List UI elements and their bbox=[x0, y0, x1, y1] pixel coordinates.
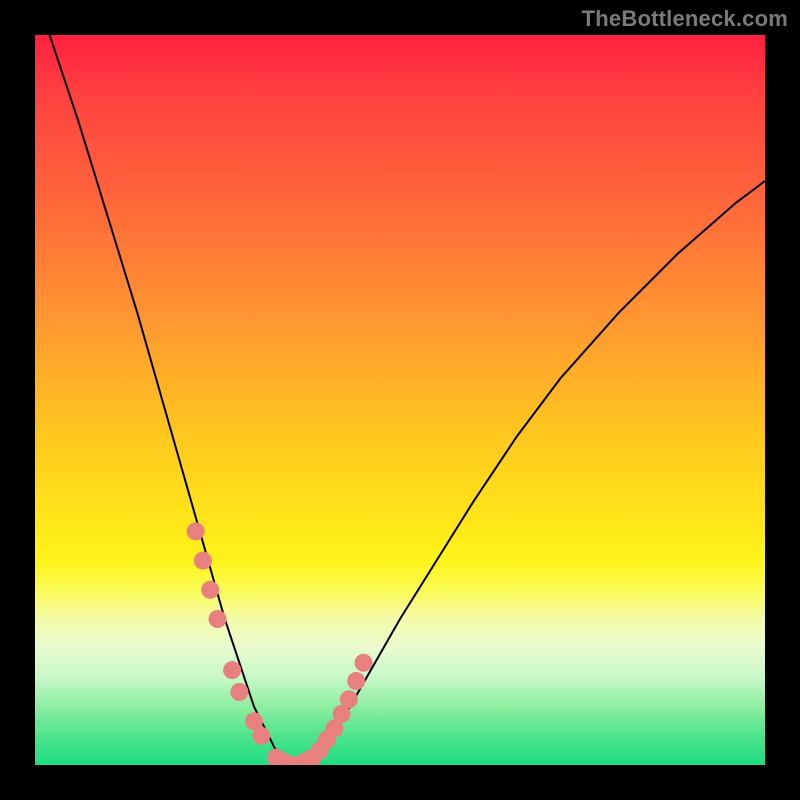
threshold-markers bbox=[35, 35, 765, 765]
watermark-text: TheBottleneck.com bbox=[582, 6, 788, 32]
plot-area bbox=[35, 35, 765, 765]
chart-frame: TheBottleneck.com bbox=[0, 0, 800, 800]
